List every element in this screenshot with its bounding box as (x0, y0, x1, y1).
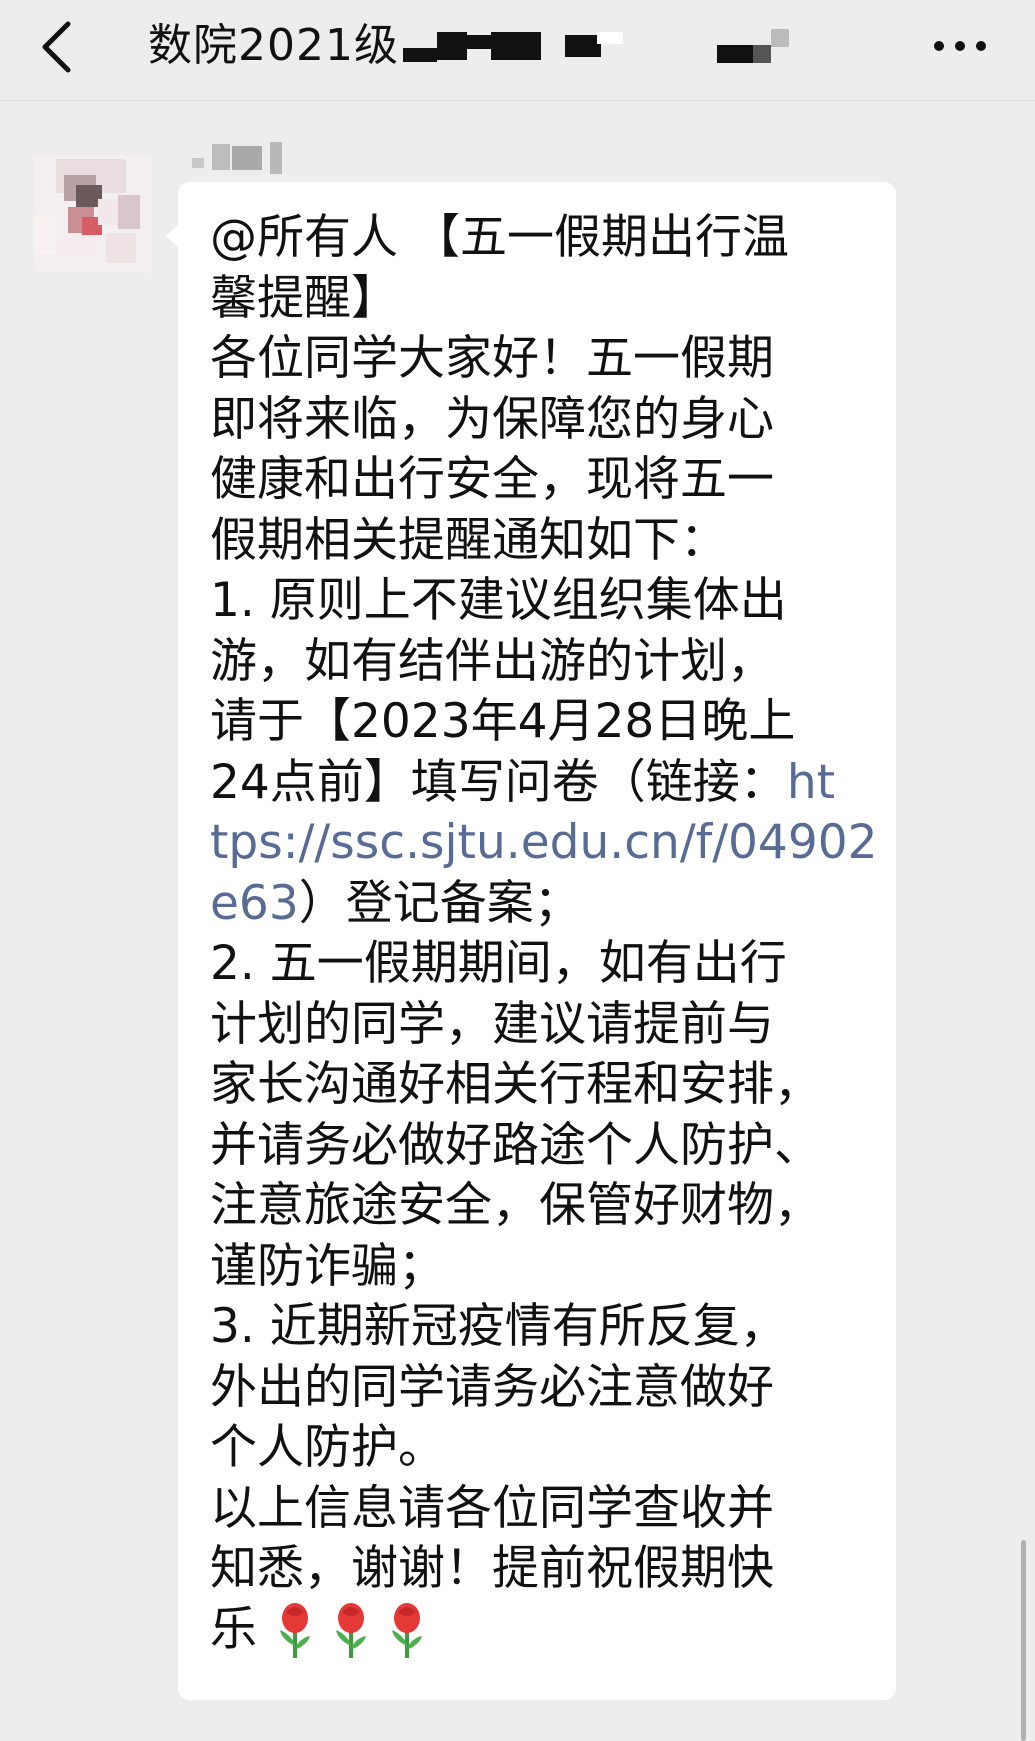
message-line: 3. 近期新冠疫情有所反复， (210, 1299, 787, 1354)
message-line: 个人防护。 (210, 1420, 445, 1475)
message-line: 健康和出行安全，现将五一 (210, 452, 774, 507)
chat-title-area: 数院2021级 (148, 14, 789, 78)
message-line: 24点前】填写问卷（链接： (210, 754, 787, 810)
chat-header: 数院2021级 (0, 0, 1035, 101)
rose-icon (335, 1602, 366, 1658)
message-line: 以上信息请各位同学查收并 (210, 1480, 774, 1536)
chat-title: 数院2021级 (148, 20, 399, 71)
more-button[interactable] (925, 26, 995, 66)
rose-icon (279, 1602, 310, 1658)
message-line-with-link: 24点前】填写问卷（链接：ht (210, 753, 870, 814)
message-line: 馨提醒】 (210, 270, 398, 326)
rose-icon (391, 1602, 422, 1658)
message-line: 即将来临，为保障您的身心 (210, 391, 774, 447)
message-line: 假期相关提醒通知如下： (210, 512, 727, 568)
survey-link[interactable]: tps://ssc.sjtu.edu.cn/f/04902 (210, 815, 878, 870)
sender-avatar[interactable] (34, 155, 152, 273)
survey-link-line: tps://ssc.sjtu.edu.cn/f/04902 (210, 813, 878, 874)
message-line: 2. 五一假期期间，如有出行 (210, 936, 787, 991)
message-line: 计划的同学，建议请提前与 (210, 996, 774, 1052)
more-horizontal-icon (934, 41, 986, 51)
chevron-left-icon (42, 21, 71, 73)
message-line-with-link: e63）登记备案； (210, 874, 870, 935)
redacted-name (192, 142, 282, 174)
message-line: 知悉，谢谢！提前祝假期快 (210, 1541, 774, 1596)
sender-name-redacted (190, 138, 310, 178)
avatar-image (34, 155, 152, 273)
message-line: 谨防诈骗； (210, 1238, 445, 1294)
message-line: 请于【2023年4月28日晚上 (210, 694, 796, 749)
message-line: 1. 原则上不建议组织集体出 (210, 573, 787, 628)
message-line: @所有人 【五一假期出行温 (210, 210, 789, 265)
message-line: 各位同学大家好！五一假期 (210, 331, 774, 386)
message-line: 并请务必做好路途个人防护、 (210, 1117, 821, 1173)
message-line: 外出的同学请务必注意做好 (210, 1359, 774, 1415)
survey-link[interactable]: ht (787, 755, 835, 810)
message-line: ）登记备案； (298, 875, 581, 931)
redacted-title-part (402, 29, 789, 63)
back-button[interactable] (30, 12, 100, 82)
survey-link[interactable]: e63 (210, 876, 299, 931)
message-line: 注意旅途安全，保管好财物， (210, 1178, 821, 1233)
message-line: 家长沟通好相关行程和安排， (210, 1057, 821, 1112)
message-text: @所有人 【五一假期出行温 馨提醒】 各位同学大家好！五一假期 即将来临，为保障… (210, 208, 878, 1661)
scrollbar[interactable] (1021, 1540, 1026, 1741)
message-line: 游，如有结伴出游的计划， (210, 633, 774, 689)
message-last-line: 乐 (210, 1600, 870, 1661)
message-line: 乐 (210, 1601, 257, 1657)
